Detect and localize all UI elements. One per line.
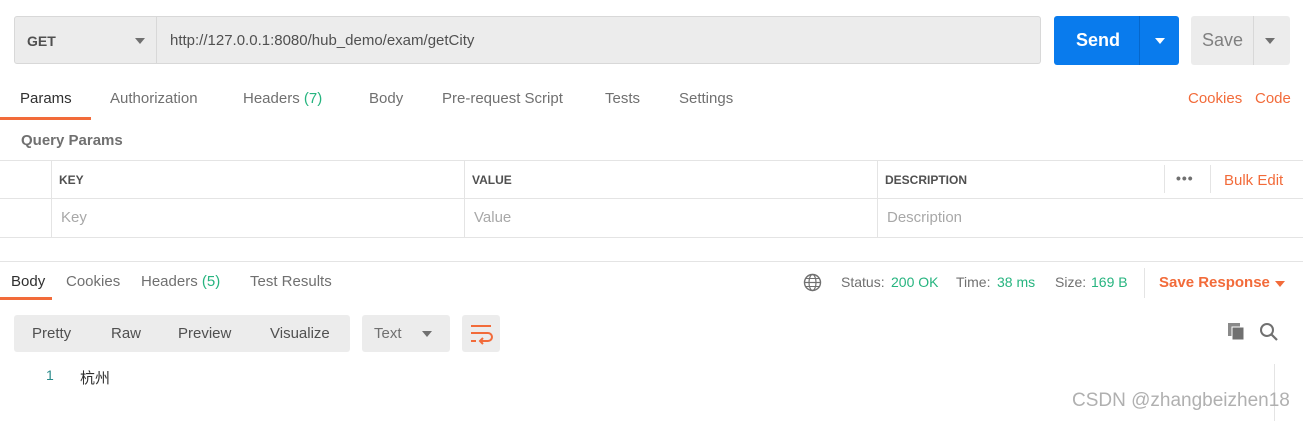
format-tab-raw[interactable]: Raw xyxy=(111,325,141,342)
wrap-lines-button[interactable] xyxy=(462,315,500,352)
method-select[interactable]: GET xyxy=(14,16,157,64)
table-border-header xyxy=(0,198,1303,199)
copy-icon[interactable] xyxy=(1227,322,1246,341)
status-divider xyxy=(1144,268,1145,298)
tab-authorization[interactable]: Authorization xyxy=(110,90,198,107)
tab-body[interactable]: Body xyxy=(369,90,403,107)
time-value: 38 ms xyxy=(997,274,1036,290)
send-divider xyxy=(1139,16,1140,65)
tab-prerequest-script[interactable]: Pre-request Script xyxy=(442,90,563,107)
save-response-button[interactable]: Save Response xyxy=(1159,274,1270,291)
column-header-key: KEY xyxy=(59,173,84,187)
response-tab-test-results[interactable]: Test Results xyxy=(250,273,332,290)
wrap-lines-icon xyxy=(471,325,493,345)
save-button[interactable]: Save xyxy=(1191,16,1290,65)
format-tab-pretty[interactable]: Pretty xyxy=(32,325,71,342)
size-value: 169 B xyxy=(1091,274,1128,290)
tab-params[interactable]: Params xyxy=(20,90,72,107)
bulk-edit-link[interactable]: Bulk Edit xyxy=(1224,172,1283,189)
tab-tests[interactable]: Tests xyxy=(605,90,640,107)
chevron-down-icon[interactable] xyxy=(1275,281,1285,287)
table-border-top xyxy=(0,160,1303,161)
tab-headers[interactable]: Headers (7) xyxy=(243,90,322,107)
response-line: 杭州 xyxy=(80,369,111,387)
format-tab-group: Pretty Raw Preview Visualize xyxy=(14,315,350,352)
table-col-divider xyxy=(1210,165,1211,193)
code-link[interactable]: Code xyxy=(1255,90,1291,107)
tab-headers-label: Headers xyxy=(243,90,300,107)
table-col-divider xyxy=(51,160,52,238)
chevron-down-icon[interactable] xyxy=(1155,38,1165,44)
format-type-label: Text xyxy=(374,325,402,342)
format-tab-preview[interactable]: Preview xyxy=(178,325,231,342)
send-button[interactable]: Send xyxy=(1054,16,1179,65)
globe-icon[interactable] xyxy=(803,273,822,292)
query-params-title: Query Params xyxy=(21,132,123,149)
column-header-value: VALUE xyxy=(472,173,512,187)
status-label: Status: xyxy=(841,274,885,290)
headers-count: (7) xyxy=(303,90,323,107)
chevron-down-icon xyxy=(135,38,145,44)
cookies-link[interactable]: Cookies xyxy=(1188,90,1242,107)
watermark-text: CSDN @zhangbeizhen18 xyxy=(1072,390,1290,411)
key-input[interactable]: Key xyxy=(61,209,87,226)
url-input[interactable] xyxy=(170,17,1020,63)
format-type-select[interactable]: Text xyxy=(362,315,450,352)
format-tab-visualize[interactable]: Visualize xyxy=(270,325,330,342)
status-value: 200 OK xyxy=(891,274,939,290)
description-input[interactable]: Description xyxy=(887,209,962,226)
response-tab-headers[interactable]: Headers (5) xyxy=(141,273,220,290)
save-divider xyxy=(1253,16,1254,65)
time-label: Time: xyxy=(956,274,991,290)
column-header-description: DESCRIPTION xyxy=(885,173,968,187)
chevron-down-icon[interactable] xyxy=(1265,38,1275,44)
line-number: 1 xyxy=(46,367,54,383)
table-col-divider xyxy=(1164,165,1165,193)
url-field[interactable] xyxy=(157,16,1041,64)
chevron-down-icon xyxy=(422,331,432,337)
table-border-bottom xyxy=(0,237,1303,238)
response-tab-headers-label: Headers xyxy=(141,273,198,290)
search-icon[interactable] xyxy=(1259,322,1279,342)
active-response-tab-indicator xyxy=(0,297,52,300)
response-headers-count: (5) xyxy=(201,273,221,290)
response-divider xyxy=(0,261,1303,262)
send-label: Send xyxy=(1076,30,1121,50)
response-tab-cookies[interactable]: Cookies xyxy=(66,273,120,290)
more-icon[interactable]: ••• xyxy=(1176,170,1194,186)
table-col-divider xyxy=(464,160,465,238)
method-label: GET xyxy=(27,33,56,49)
tab-settings[interactable]: Settings xyxy=(679,90,733,107)
active-tab-indicator xyxy=(0,117,91,120)
response-tab-body[interactable]: Body xyxy=(11,273,45,290)
value-input[interactable]: Value xyxy=(474,209,511,226)
size-label: Size: xyxy=(1055,274,1087,290)
save-label: Save xyxy=(1202,30,1244,50)
table-col-divider xyxy=(877,160,878,238)
